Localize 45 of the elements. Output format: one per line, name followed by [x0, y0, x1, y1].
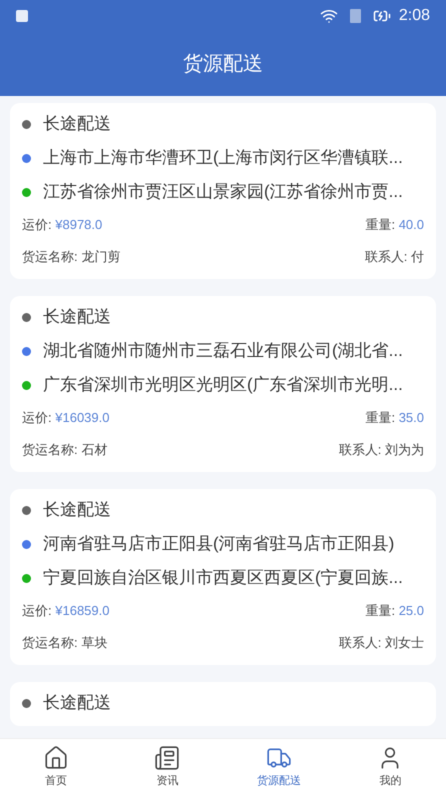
- cargo-name: 货运名称: 草块: [22, 634, 108, 652]
- order-card[interactable]: 长途配送 湖北省随州市随州市三磊石业有限公司(湖北省... 广东省深圳市光明区光明区(广东省深圳市光明... 运价: ¥16039.0 重量: 35.0 货运名称: 石材 联系人: 刘为为: [10, 296, 436, 472]
- freight-price: 运价: ¥8978.0: [22, 216, 102, 234]
- bullet-icon: [22, 574, 31, 582]
- address-text: 广东省深圳市光明区光明区(广东省深圳市光明...: [43, 374, 403, 396]
- bullet-icon: [22, 540, 31, 548]
- delivery-type: 长途配送: [43, 499, 111, 522]
- nav-tab[interactable]: 资讯: [112, 739, 223, 796]
- cargo-weight: 重量: 40.0: [365, 216, 424, 234]
- home-icon: [42, 745, 69, 772]
- bullet-icon: [22, 154, 31, 162]
- delivery-type: 长途配送: [43, 692, 111, 714]
- order-card[interactable]: 长途配送: [10, 682, 436, 726]
- contact-person: 联系人: 刘为为: [338, 441, 424, 460]
- order-card[interactable]: 长途配送 上海市上海市华漕环卫(上海市闵行区华漕镇联... 江苏省徐州市贾汪区山景家园(江苏省徐州市贾... 运价: ¥8978.0 重量: 40.0 货运名称: 龙门剪 联系人: 付: [10, 103, 436, 279]
- bullet-icon: [22, 346, 31, 356]
- address-text: 河南省驻马店市正阳县(河南省驻马店市正阳县): [43, 533, 394, 556]
- order-card[interactable]: 长途配送 河南省驻马店市正阳县(河南省驻马店市正阳县) 宁夏回族自治区银川市西夏区西夏区(宁夏回族... 运价: ¥16859.0 重量: 25.0 货运名称: 草块 联系人: 刘女士: [10, 489, 436, 665]
- nav-tab[interactable]: 首页: [0, 739, 112, 796]
- cargo-name: 货运名称: 石材: [22, 441, 108, 460]
- wifi-icon: [320, 7, 338, 25]
- nav-tab[interactable]: 我的: [334, 739, 446, 796]
- bullet-icon: [22, 698, 31, 708]
- cargo-weight: 重量: 35.0: [365, 409, 424, 428]
- freight-price: 运价: ¥16039.0: [22, 409, 110, 428]
- page-title: 货源配送: [183, 52, 263, 77]
- address-text: 江苏省徐州市贾汪区山景家园(江苏省徐州市贾...: [43, 181, 403, 204]
- cargo-name: 货运名称: 龙门剪: [22, 248, 120, 266]
- news-icon: [154, 745, 180, 772]
- contact-person: 联系人: 付: [364, 248, 424, 266]
- address-text: 上海市上海市华漕环卫(上海市闵行区华漕镇联...: [43, 147, 403, 170]
- freight-price: 运价: ¥16859.0: [22, 602, 110, 620]
- cargo-weight: 重量: 25.0: [365, 602, 424, 620]
- nav-tab[interactable]: 货源配送: [223, 739, 334, 796]
- bullet-icon: [22, 506, 31, 514]
- bullet-icon: [22, 188, 31, 196]
- delivery-type: 长途配送: [43, 306, 111, 328]
- bullet-icon: [22, 380, 31, 390]
- address-text: 湖北省随州市随州市三磊石业有限公司(湖北省...: [43, 340, 403, 362]
- contact-person: 联系人: 刘女士: [338, 634, 424, 652]
- delivery-type: 长途配送: [43, 113, 111, 136]
- bullet-icon: [22, 120, 31, 128]
- status-time: 2:08: [398, 6, 430, 26]
- bullet-icon: [22, 312, 31, 322]
- address-text: 宁夏回族自治区银川市西夏区西夏区(宁夏回族...: [43, 567, 403, 590]
